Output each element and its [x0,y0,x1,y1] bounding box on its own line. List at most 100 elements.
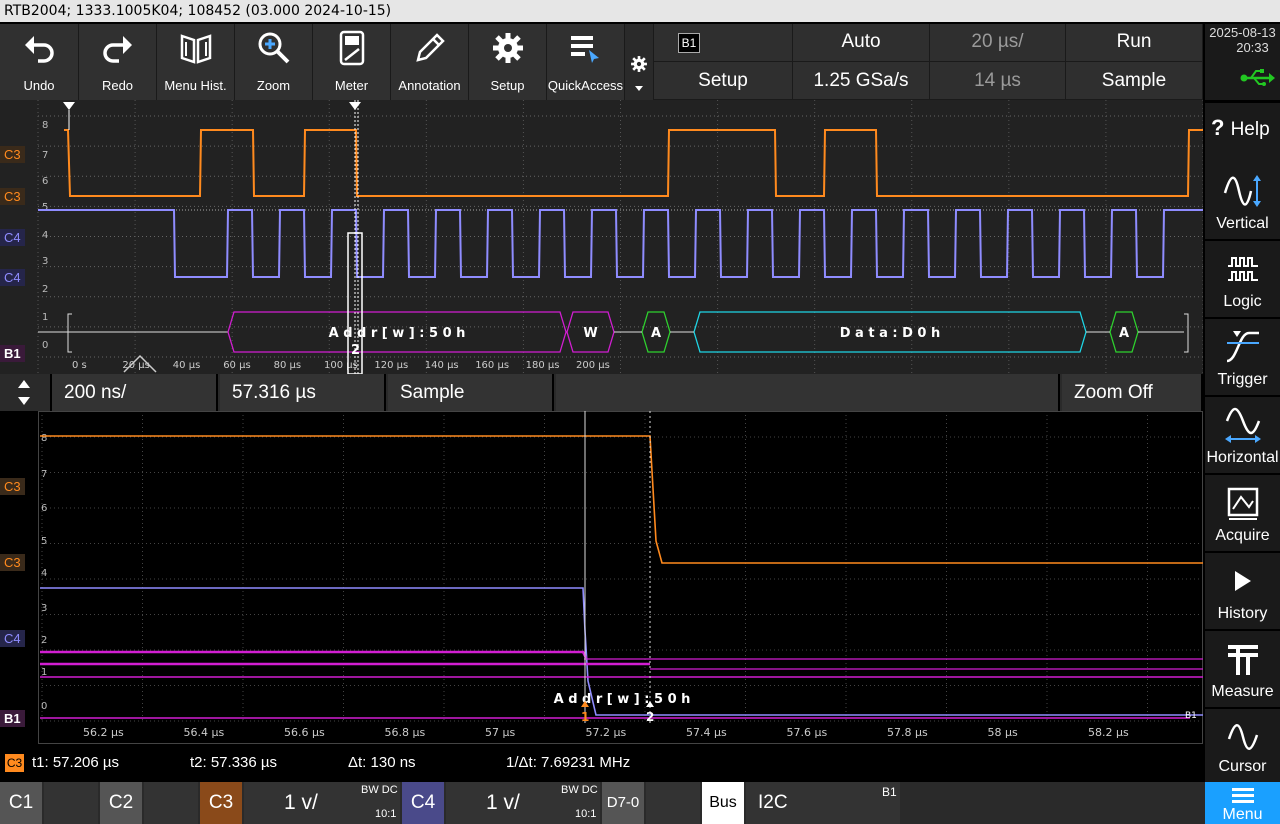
zoom-spacer [556,374,1060,411]
c3-scale: 1 v/ [284,791,318,814]
history-button[interactable]: History [1205,553,1280,629]
cursor-t1: t1: 57.206 µs [32,754,120,771]
horizontal-position[interactable]: 14 µs [930,62,1066,100]
channel-c3-settings[interactable]: 1 v/ BW DC 10:1 [244,782,400,824]
horizontal-button[interactable]: Horizontal [1205,397,1280,473]
ov-y-tick-7: 7 [42,150,48,161]
digital-d70-button[interactable]: D7-0 [602,782,644,824]
ov-c3-logic-tag[interactable]: C3 [0,146,25,163]
acquire-button[interactable]: Acquire [1205,475,1280,551]
help-icon: ? Help [1211,115,1270,140]
channel-c3-button[interactable]: C3 [200,782,242,824]
window-title: RTB2004; 1333.1005K04; 108452 (03.000 20… [0,0,1280,22]
zoom-position[interactable]: 57.316 µs [220,374,386,411]
toolbar-options-button[interactable] [625,24,654,100]
ov-x-tick: 120 µs [374,360,408,371]
measure-button[interactable]: Measure [1205,631,1280,707]
zm-y-tick-3: 3 [41,603,47,614]
zm-decode-label: A d d r [ w ] : 5 0 h [554,692,691,707]
ov-data-label: D a t a : D 0 h [840,326,941,341]
zoom-panel: 8 7 6 5 4 3 2 1 0 56.2 µs 56.4 µs 56.6 µs 56.8 µs 57 … [0,411,1203,744]
quickaccess-button[interactable]: QuickAccess [547,24,625,100]
cursor-button[interactable]: Cursor [1205,709,1280,782]
c3-bandwidth: BW DC [361,784,398,796]
zm-x-tick: 56.4 µs [184,726,225,739]
zoom-mode[interactable]: Sample [388,374,554,411]
zm-x-tick: 56.8 µs [385,726,426,739]
channel-c2-button[interactable]: C2 [100,782,142,824]
vertical-button[interactable]: Vertical [1205,163,1280,239]
bus-settings[interactable]: I2C B1 [746,782,900,824]
ov-c4-logic-tag[interactable]: C4 [0,229,25,246]
redo-button[interactable]: Redo [79,24,157,100]
setup-button[interactable]: Setup [469,24,547,100]
ov-c4-tag[interactable]: C4 [0,269,25,286]
menu-history-button[interactable]: Menu Hist. [157,24,235,100]
logic-icon [1205,249,1280,289]
sample-rate: 1.25 GSa/s [793,62,930,100]
logic-button[interactable]: Logic [1205,241,1280,317]
trigger-mode[interactable]: Auto [793,24,930,62]
c3-probe: 10:1 [375,808,397,820]
channel-c4-settings[interactable]: 1 v/ BW DC 10:1 [446,782,600,824]
zm-c3-tag[interactable]: C3 [0,554,25,571]
ov-c3-trace [64,129,1203,197]
annotation-button[interactable]: Annotation [391,24,469,100]
zm-y-tick-2: 2 [41,635,47,646]
book-icon [157,30,234,66]
zoom-timebase[interactable]: 200 ns/ [52,374,218,411]
ov-bus-start-bracket [67,313,72,353]
zoom-button[interactable]: Zoom [235,24,313,100]
run-state-button[interactable]: Run [1066,24,1203,62]
timebase[interactable]: 20 µs/ [930,24,1066,62]
zm-x-tick: 57.4 µs [686,726,727,739]
ov-y-tick-3: 3 [42,256,48,267]
horizontal-icon [1205,405,1280,445]
gear-icon [469,30,546,66]
acquire-icon [1205,483,1280,523]
undo-button[interactable]: Undo [0,24,79,100]
ov-y-tick-2: 2 [42,284,48,295]
bottom-spacer [902,782,1203,824]
cursor-t2: t2: 57.336 µs [190,754,278,771]
zm-c4-tag[interactable]: C4 [0,630,25,647]
bus-cell[interactable]: B1 [654,24,793,62]
menu-button[interactable]: Menu [1205,782,1280,824]
ov-x-tick: 60 µs [223,360,250,371]
zm-x-tick: 57.6 µs [787,726,828,739]
zm-b1-tag[interactable]: B1 [0,710,25,727]
acquisition-mode[interactable]: Sample [1066,62,1203,100]
channel-bar: C1 C2 C3 1 v/ BW DC 10:1 C4 1 v/ BW DC 1… [0,782,1280,824]
zoom-waveform[interactable]: 8 7 6 5 4 3 2 1 0 56.2 µs 56.4 µs 56.6 µs 56.8 µs 57 … [0,411,1203,744]
zm-cursor1-label: 1 [581,710,589,724]
meter-button[interactable]: Meter [313,24,391,100]
bus-button[interactable]: Bus [702,782,744,824]
redo-icon [79,30,156,66]
zoom-off-button[interactable]: Zoom Off [1062,374,1203,411]
history-icon [1205,561,1280,601]
toolbar: Undo Redo Menu Hist. Zoom Meter Annotati… [0,24,1203,100]
zm-c3-logic-tag[interactable]: C3 [0,478,25,495]
trigger-button[interactable]: Trigger [1205,319,1280,395]
zoom-resize-handle[interactable] [0,374,52,411]
ov-y-tick-4: 4 [42,230,48,241]
ov-y-tick-0: 0 [42,340,48,351]
ov-x-tick: 100 µs [324,360,358,371]
zm-x-tick: 57.2 µs [586,726,627,739]
cursor-inverse-delta: 1/Δt: 7.69231 MHz [506,754,631,771]
usb-icon [1239,68,1275,93]
bus-setup-button[interactable]: Setup [654,62,793,100]
ov-c3-tag[interactable]: C3 [0,188,25,205]
c4-probe: 10:1 [575,808,597,820]
ov-b1-tag[interactable]: B1 [0,345,25,362]
digital-slot [646,782,700,824]
ov-trigger-marker [63,102,75,110]
channel-c1-button[interactable]: C1 [0,782,42,824]
overview-waveform[interactable]: 8765432100 s 20 µs 40 µs 60 µs 80 µs 100 µs 12… [0,100,1203,374]
ov-addr-label: A d d r [ w ] : 5 0 h [329,326,466,341]
vertical-icon [1205,171,1280,211]
ov-y-tick-1: 1 [42,312,48,323]
channel-c4-button[interactable]: C4 [402,782,444,824]
zm-cursor2-label: 2 [646,710,654,724]
ov-y-tick-5: 5 [42,202,48,213]
